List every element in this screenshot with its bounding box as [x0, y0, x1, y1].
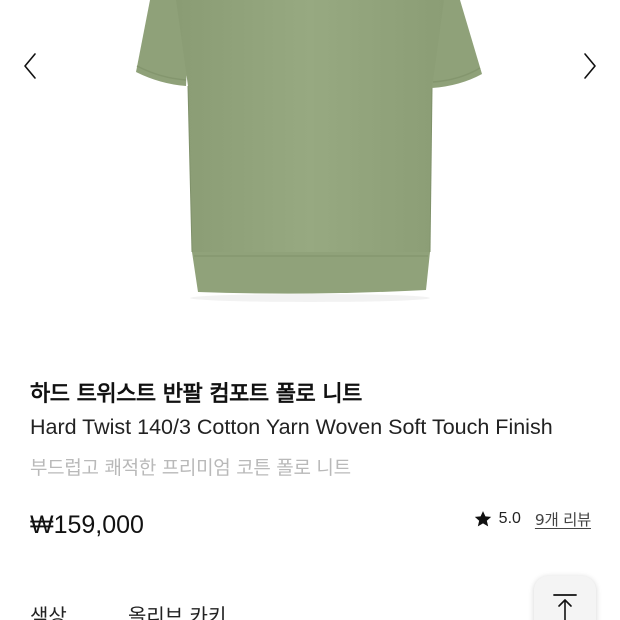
color-option-row[interactable]: 색상 올리브 카키 — [30, 600, 530, 620]
reviews-link[interactable]: 9개 리뷰 — [535, 508, 591, 530]
product-subtitle-english: Hard Twist 140/3 Cotton Yarn Woven Soft … — [30, 415, 553, 439]
option-label: 색상 — [30, 604, 67, 620]
product-description: 부드럽고 쾌적한 프리미엄 코튼 폴로 니트 — [30, 457, 351, 479]
arrow-up-to-top-icon — [553, 594, 577, 620]
product-image-gallery[interactable] — [0, 0, 620, 340]
chevron-left-icon[interactable] — [16, 46, 46, 86]
scroll-to-top-button[interactable] — [534, 576, 596, 620]
rating-summary: 5.0 9개 리뷰 — [473, 507, 591, 531]
chevron-right-icon[interactable] — [574, 46, 604, 86]
rating-value: 5.0 — [498, 510, 521, 527]
product-price: ₩159,000 — [30, 511, 144, 539]
option-value: 올리브 카키 — [128, 604, 227, 620]
product-title: 하드 트위스트 반팔 컴포트 폴로 니트 — [30, 382, 362, 407]
star-icon — [474, 511, 491, 527]
product-image — [136, 0, 482, 302]
